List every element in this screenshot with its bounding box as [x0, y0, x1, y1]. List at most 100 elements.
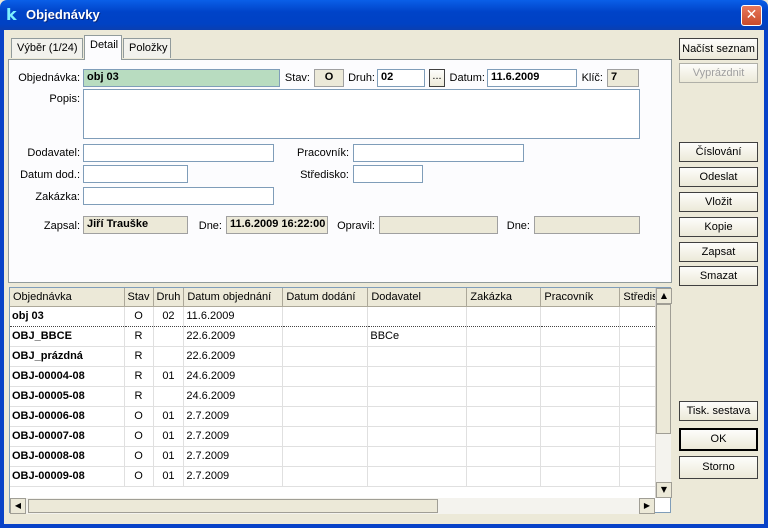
table-cell: [540, 406, 621, 427]
title-bar[interactable]: [0, 0, 768, 30]
table-cell: R: [124, 386, 154, 407]
table-row[interactable]: OBJ-00008-08 O 01 2.7.2009: [10, 446, 662, 467]
orders-grid[interactable]: Objednávka Stav Druh Datum objednání Dat…: [9, 287, 671, 513]
zakazka-label: Zakázka:: [35, 191, 80, 203]
cislovani-button[interactable]: Číslování: [679, 142, 758, 162]
table-cell: 2.7.2009: [183, 466, 284, 487]
pracovnik-label: Pracovník:: [297, 147, 349, 159]
table-cell: [466, 466, 542, 487]
table-row[interactable]: OBJ_prázdná R 22.6.2009: [10, 346, 662, 367]
table-cell: 24.6.2009: [183, 386, 284, 407]
vertical-scrollbar[interactable]: ▲ ▼: [655, 288, 672, 498]
table-cell: obj 03: [10, 306, 125, 327]
table-row[interactable]: OBJ-00009-08 O 01 2.7.2009: [10, 466, 662, 487]
dne2-field: [534, 216, 640, 234]
druh-field[interactable]: 02: [377, 69, 425, 87]
column-header[interactable]: Druh: [153, 288, 185, 307]
dne2-label: Dne:: [506, 220, 530, 232]
close-icon: ✕: [745, 7, 758, 23]
vlozit-button[interactable]: Vložit: [679, 192, 758, 212]
table-cell: [282, 466, 369, 487]
orders-table: Objednávka Stav Druh Datum objednání Dat…: [10, 288, 662, 487]
table-cell: O: [124, 306, 154, 327]
stav-field[interactable]: O: [314, 69, 344, 87]
stredisko-field[interactable]: [353, 165, 423, 183]
table-row[interactable]: OBJ-00007-08 O 01 2.7.2009: [10, 426, 662, 447]
column-header[interactable]: Dodavatel: [367, 288, 468, 307]
table-cell: 24.6.2009: [183, 366, 284, 387]
column-header[interactable]: Objednávka: [10, 288, 125, 307]
scroll-left-icon[interactable]: ◀: [10, 498, 26, 514]
tab-detail[interactable]: Detail: [84, 35, 122, 60]
zakazka-field[interactable]: [83, 187, 274, 205]
table-row[interactable]: OBJ-00005-08 R 24.6.2009: [10, 386, 662, 407]
table-cell: [282, 426, 369, 447]
popis-textarea[interactable]: [83, 89, 640, 139]
datum-dod-label: Datum dod.:: [20, 169, 80, 181]
scroll-thumb[interactable]: [28, 499, 438, 513]
kopie-button[interactable]: Kopie: [679, 217, 758, 237]
scroll-down-icon[interactable]: ▼: [656, 482, 672, 498]
tab-polozky[interactable]: Položky: [123, 38, 171, 58]
table-row[interactable]: OBJ-00006-08 O 01 2.7.2009: [10, 406, 662, 427]
table-cell: [282, 446, 369, 467]
vyprazdnit-button[interactable]: Vyprázdnit: [679, 63, 758, 83]
app-icon: k: [6, 5, 17, 24]
tab-vyber[interactable]: Výběr (1/24): [11, 38, 83, 58]
dodavatel-label: Dodavatel:: [27, 147, 80, 159]
nacist-seznam-button[interactable]: Načíst seznam: [679, 38, 758, 60]
scroll-right-icon[interactable]: ▶: [639, 498, 655, 514]
table-cell: [282, 406, 369, 427]
table-cell: [153, 326, 185, 347]
column-header[interactable]: Zakázka: [466, 288, 542, 307]
dne1-field: 11.6.2009 16:22:00: [226, 216, 328, 234]
table-header-row: Objednávka Stav Druh Datum objednání Dat…: [10, 288, 662, 307]
table-cell: [466, 366, 542, 387]
dodavatel-field[interactable]: [83, 144, 274, 162]
table-cell: [466, 326, 542, 347]
table-cell: OBJ_prázdná: [10, 346, 125, 367]
scroll-up-icon[interactable]: ▲: [656, 288, 672, 304]
klic-field[interactable]: 7: [607, 69, 639, 87]
table-cell: [466, 386, 542, 407]
zapsat-button[interactable]: Zapsat: [679, 242, 758, 262]
table-cell: [466, 346, 542, 367]
table-cell: 02: [153, 306, 185, 327]
table-row[interactable]: OBJ_BBCE R 22.6.2009 BBCe: [10, 326, 662, 347]
close-button[interactable]: ✕: [741, 5, 762, 26]
table-cell: [282, 326, 369, 347]
klic-label: Klíč:: [581, 72, 603, 84]
column-header[interactable]: Pracovník: [540, 288, 621, 307]
column-header[interactable]: Stav: [124, 288, 154, 307]
table-cell: O: [124, 446, 154, 467]
storno-button[interactable]: Storno: [679, 456, 758, 479]
scroll-thumb[interactable]: [656, 304, 671, 434]
table-cell: O: [124, 426, 154, 447]
odeslat-button[interactable]: Odeslat: [679, 167, 758, 187]
objednavka-label: Objednávka:: [18, 72, 80, 84]
horizontal-scrollbar[interactable]: ◀ ▶: [10, 498, 655, 514]
table-cell: O: [124, 406, 154, 427]
table-cell: [540, 346, 621, 367]
objednavka-field[interactable]: obj 03: [83, 69, 280, 87]
tisk-sestava-button[interactable]: Tisk. sestava: [679, 401, 758, 421]
datum-field[interactable]: 11.6.2009: [487, 69, 577, 87]
zapsal-label: Zapsal:: [43, 220, 80, 232]
table-cell: [282, 346, 369, 367]
table-cell: [367, 306, 468, 327]
datum-dod-field[interactable]: [83, 165, 188, 183]
druh-label: Druh:: [348, 72, 375, 84]
table-cell: [367, 346, 468, 367]
table-row[interactable]: OBJ-00004-08 R 01 24.6.2009: [10, 366, 662, 387]
table-cell: 2.7.2009: [183, 426, 284, 447]
table-cell: [367, 386, 468, 407]
window-title: Objednávky: [26, 7, 100, 22]
ok-button[interactable]: OK: [679, 428, 758, 451]
table-row[interactable]: obj 03 O 02 11.6.2009: [10, 306, 662, 327]
column-header[interactable]: Datum objednání: [183, 288, 284, 307]
column-header[interactable]: Datum dodání: [282, 288, 369, 307]
pracovnik-field[interactable]: [353, 144, 524, 162]
table-cell: 2.7.2009: [183, 406, 284, 427]
druh-browse-button[interactable]: ...: [429, 69, 445, 87]
smazat-button[interactable]: Smazat: [679, 266, 758, 286]
